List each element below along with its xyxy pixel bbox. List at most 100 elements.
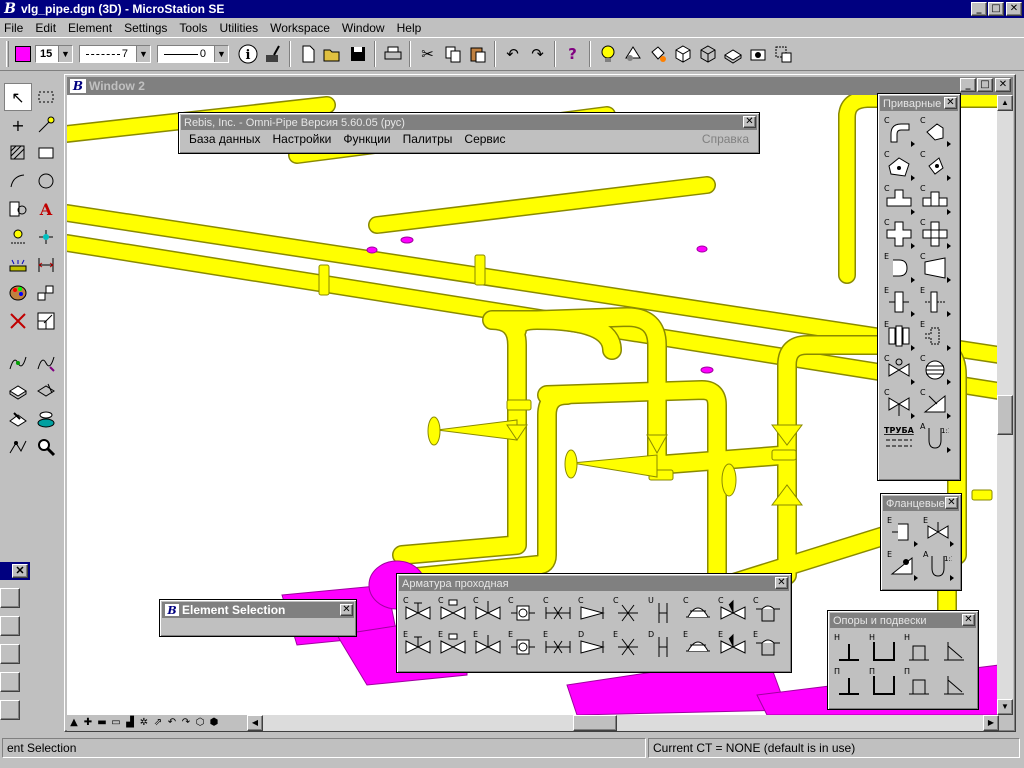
armatura-button-r2-4[interactable]: E <box>541 629 575 663</box>
menu-element[interactable]: Element <box>68 21 112 35</box>
elbow-short-button[interactable]: C <box>882 149 916 183</box>
place-circle-tool[interactable] <box>32 167 60 195</box>
place-point-tool[interactable]: + <box>4 111 32 139</box>
minimize-button[interactable]: _ <box>971 2 987 16</box>
armatura-button-r2-0[interactable]: E <box>401 629 435 663</box>
armatura-button-r1-2[interactable]: C <box>471 595 505 629</box>
cut-button[interactable]: ✂ <box>415 42 440 67</box>
horizontal-scrollbar[interactable]: ◀ ▶ <box>247 715 999 731</box>
dimension-linear-tool[interactable] <box>32 251 60 279</box>
opory-button-r2-3[interactable] <box>937 666 971 700</box>
tee-button[interactable]: C <box>882 183 916 217</box>
snap-tool[interactable] <box>32 223 60 251</box>
extrude-tool[interactable] <box>32 405 60 433</box>
opory-button-r1-0[interactable]: H <box>832 632 866 666</box>
flantsevye-titlebar[interactable]: Фланцевые ✕ <box>883 496 959 511</box>
rotate-view-icon[interactable]: ✲ <box>137 716 151 730</box>
element-selection-titlebar[interactable]: B Element Selection ✕ <box>162 602 354 618</box>
close-icon[interactable]: ✕ <box>12 564 28 578</box>
flange-weld-neck-button[interactable]: E <box>882 285 916 319</box>
scroll-down-icon[interactable]: ▼ <box>997 699 1013 715</box>
toolbar-grip[interactable] <box>6 41 9 67</box>
privarnye-titlebar[interactable]: Приварные ✕ <box>880 96 958 111</box>
scale-element-tool[interactable] <box>32 307 60 335</box>
window2-titlebar[interactable]: B Window 2 _ □ ✕ <box>67 77 1013 95</box>
pipe-bend-button[interactable]: A 1:1 <box>918 421 952 455</box>
window-area-icon[interactable]: ▭ <box>109 716 123 730</box>
view-previous-icon[interactable]: ↶ <box>165 716 179 730</box>
opory-button-r1-2[interactable]: H <box>902 632 936 666</box>
pipe-run-button[interactable]: ТРУБА <box>882 421 916 455</box>
render-view-button[interactable] <box>620 42 645 67</box>
armatura-button-r1-7[interactable]: U <box>646 595 680 629</box>
lights-button[interactable] <box>595 42 620 67</box>
pan-view-icon[interactable]: ⇗ <box>151 716 165 730</box>
fence-tool[interactable] <box>32 83 60 111</box>
armatura-button-r2-10[interactable]: E <box>751 629 785 663</box>
line-weight-combo[interactable]: 0 ▼ <box>157 45 229 63</box>
cross-button[interactable]: C <box>882 217 916 251</box>
redo-button[interactable]: ↷ <box>525 42 550 67</box>
match-attributes-button[interactable] <box>260 42 285 67</box>
materials-button[interactable] <box>645 42 670 67</box>
valve-gate-button[interactable]: C <box>882 353 916 387</box>
left-palette-titlebar[interactable]: ✕ <box>0 562 30 580</box>
menu-utilities[interactable]: Utilities <box>219 21 258 35</box>
view-cube-2-button[interactable] <box>695 42 720 67</box>
armatura-titlebar[interactable]: Арматура проходная ✕ <box>399 576 789 591</box>
zoom-tool[interactable] <box>32 433 60 461</box>
elbow-90-button[interactable]: C <box>882 115 916 149</box>
fit-view-icon[interactable]: ▟ <box>123 716 137 730</box>
window2-close-button[interactable]: ✕ <box>995 78 1011 92</box>
opory-button-r2-1[interactable]: П <box>867 666 901 700</box>
place-curve-tool[interactable] <box>32 349 60 377</box>
omnipipe-titlebar[interactable]: Rebis, Inc. - Omni-Pipe Версия 5.60.05 (… <box>181 115 757 130</box>
close-icon[interactable]: ✕ <box>944 97 957 109</box>
view-cube-button[interactable] <box>670 42 695 67</box>
menu-edit[interactable]: Edit <box>35 21 56 35</box>
palette-button-3[interactable] <box>0 644 20 664</box>
menu-tools[interactable]: Tools <box>179 21 207 35</box>
armatura-button-r1-8[interactable]: C <box>681 595 715 629</box>
opory-button-r2-0[interactable]: П <box>832 666 866 700</box>
vertical-scrollbar[interactable]: ▲ ▼ <box>997 95 1013 715</box>
armatura-button-r2-2[interactable]: E <box>471 629 505 663</box>
new-file-button[interactable] <box>295 42 320 67</box>
omnipipe-menu-palettes[interactable]: Палитры <box>403 132 453 146</box>
scroll-right-icon[interactable]: ▶ <box>983 715 999 731</box>
blind-flange-button[interactable]: E <box>918 319 952 353</box>
dimension-tool[interactable] <box>4 223 32 251</box>
close-icon[interactable]: ✕ <box>340 604 353 616</box>
place-arc-tool[interactable] <box>4 167 32 195</box>
chevron-down-icon[interactable]: ▼ <box>58 46 72 62</box>
view-camera-icon[interactable]: ⬡ <box>193 716 207 730</box>
save-button[interactable] <box>345 42 370 67</box>
chevron-down-icon[interactable]: ▼ <box>136 46 150 62</box>
palette-button-4[interactable] <box>0 672 20 692</box>
menu-file[interactable]: File <box>4 21 23 35</box>
active-color-swatch[interactable] <box>15 46 31 62</box>
omnipipe-menu-functions[interactable]: Функции <box>343 132 390 146</box>
fence-button[interactable] <box>770 42 795 67</box>
menu-workspace[interactable]: Workspace <box>270 21 330 35</box>
measure-tool[interactable] <box>4 251 32 279</box>
palette-button-5[interactable] <box>0 700 20 720</box>
vertical-scroll-thumb[interactable] <box>997 395 1013 435</box>
place-line-tool[interactable] <box>32 111 60 139</box>
armatura-button-r2-6[interactable]: E <box>611 629 645 663</box>
help-button[interactable]: ? <box>560 42 585 67</box>
flange-pair-button[interactable]: E <box>882 319 916 353</box>
omnipipe-menu-service[interactable]: Сервис <box>464 132 505 146</box>
paste-button[interactable] <box>465 42 490 67</box>
chevron-down-icon[interactable]: ▼ <box>214 46 228 62</box>
scroll-left-icon[interactable]: ◀ <box>247 715 263 731</box>
armatura-button-r2-9[interactable]: E <box>716 629 750 663</box>
close-icon[interactable]: ✕ <box>945 497 958 509</box>
place-cell-tool[interactable] <box>4 195 32 223</box>
armatura-button-r1-3[interactable]: C <box>506 595 540 629</box>
zoom-in-icon[interactable]: ✚ <box>81 716 95 730</box>
reducer-button[interactable]: C <box>918 251 952 285</box>
flange-slip-on-button[interactable]: E <box>918 285 952 319</box>
level-combo[interactable]: 15 ▼ <box>35 45 73 63</box>
copy-button[interactable] <box>440 42 465 67</box>
